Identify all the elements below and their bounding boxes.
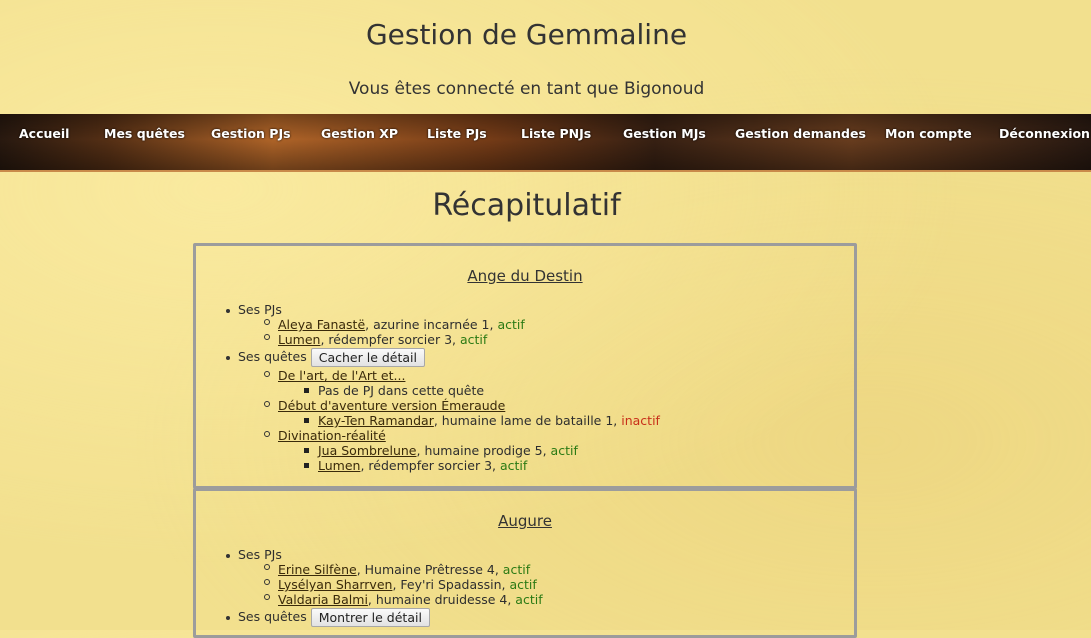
- mj-card: Augure Ses PJs Erine Silfène, Humaine Pr…: [193, 488, 857, 638]
- status-badge: actif: [515, 592, 543, 607]
- nav-mes-quetes[interactable]: Mes quêtes: [104, 126, 185, 141]
- quests-row: Ses quêtes Cacher le détail: [238, 347, 426, 367]
- status-badge: inactif: [621, 413, 660, 428]
- nav-gestion-mjs[interactable]: Gestion MJs: [623, 126, 706, 141]
- quests-label: Ses quêtes: [238, 609, 307, 624]
- list-item: Divination-réalité: [278, 428, 386, 443]
- nav-deconnexion[interactable]: Déconnexion: [999, 126, 1090, 141]
- status-badge: actif: [499, 458, 528, 473]
- pjs-label: Ses PJs: [238, 547, 282, 562]
- toggle-detail-button[interactable]: Montrer le détail: [310, 608, 430, 627]
- quest-link[interactable]: Divination-réalité: [278, 428, 386, 443]
- pj-link[interactable]: Kay-Ten Ramandar: [318, 413, 434, 428]
- status-badge: actif: [550, 443, 578, 458]
- nav-accueil[interactable]: Accueil: [19, 126, 69, 141]
- status-badge: actif: [502, 562, 531, 577]
- main-navbar: Accueil Mes quêtes Gestion PJs Gestion X…: [0, 114, 1091, 172]
- pj-link[interactable]: Lysélyan Sharrven: [278, 577, 392, 592]
- pj-link[interactable]: Jua Sombrelune: [318, 443, 417, 458]
- list-item: Kay-Ten Ramandar, humaine lame de batail…: [318, 413, 660, 428]
- status-badge: actif: [497, 317, 525, 332]
- login-status: Vous êtes connecté en tant que Bigonoud: [348, 79, 705, 99]
- list-item: Lysélyan Sharrven, Fey'ri Spadassin, act…: [278, 577, 537, 592]
- nav-gestion-pjs[interactable]: Gestion PJs: [211, 126, 291, 141]
- quests-row: Ses quêtes Montrer le détail: [238, 607, 430, 627]
- list-item: Pas de PJ dans cette quête: [318, 383, 485, 398]
- pjs-label: Ses PJs: [238, 302, 282, 317]
- pj-link[interactable]: Lumen: [318, 458, 360, 473]
- quest-link[interactable]: De l'art, de l'Art et...: [278, 368, 405, 383]
- pj-link[interactable]: Lumen: [278, 332, 320, 347]
- list-item: Jua Sombrelune, humaine prodige 5, actif: [318, 443, 578, 458]
- nav-gestion-xp[interactable]: Gestion XP: [321, 126, 398, 141]
- list-item: Début d'aventure version Émeraude: [278, 398, 505, 413]
- list-item: Lumen, rédempfer sorcier 3, actif: [318, 458, 528, 473]
- pj-link[interactable]: Erine Silfène: [278, 562, 357, 577]
- nav-mon-compte[interactable]: Mon compte: [885, 126, 972, 141]
- status-badge: actif: [509, 577, 537, 592]
- mj-card: Ange du Destin Ses PJs Aleya Fanastë, az…: [193, 243, 857, 489]
- list-item: De l'art, de l'Art et...: [278, 368, 405, 383]
- nav-liste-pnjs[interactable]: Liste PNJs: [521, 126, 591, 141]
- status-badge: actif: [459, 332, 488, 347]
- list-item: Erine Silfène, Humaine Prêtresse 4, acti…: [278, 562, 531, 577]
- site-title: Gestion de Gemmaline: [365, 18, 688, 51]
- pj-link[interactable]: Aleya Fanastë: [278, 317, 365, 332]
- nav-gestion-demandes[interactable]: Gestion demandes: [735, 126, 866, 141]
- quests-label: Ses quêtes: [238, 349, 307, 364]
- list-item: Aleya Fanastë, azurine incarnée 1, actif: [278, 317, 525, 332]
- toggle-detail-button[interactable]: Cacher le détail: [310, 348, 426, 367]
- nav-liste-pjs[interactable]: Liste PJs: [427, 126, 487, 141]
- page-heading: Récapitulatif: [432, 188, 621, 223]
- list-item: Lumen, rédempfer sorcier 3, actif: [278, 332, 488, 347]
- pj-link[interactable]: Valdaria Balmi: [278, 592, 368, 607]
- quest-link[interactable]: Début d'aventure version Émeraude: [278, 398, 505, 413]
- list-item: Valdaria Balmi, humaine druidesse 4, act…: [278, 592, 543, 607]
